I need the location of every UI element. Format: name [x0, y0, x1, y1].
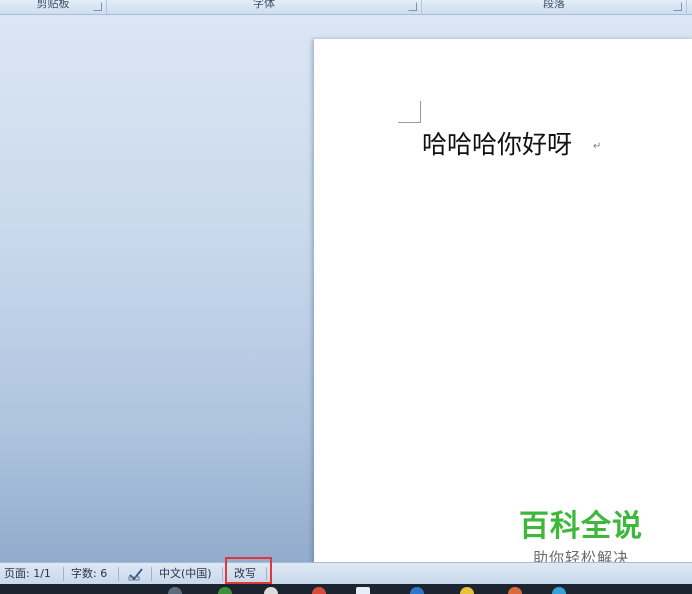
taskbar-app-icon[interactable]	[552, 587, 566, 594]
ribbon-group-labels: 剪贴板 字体 段落	[0, 0, 692, 15]
margin-corner-mark-vertical	[420, 101, 421, 123]
paragraph-mark-icon: ↵	[593, 141, 602, 152]
status-page-number[interactable]: 页面: 1/1	[4, 563, 51, 585]
clipboard-dialog-launcher-icon[interactable]	[93, 2, 102, 11]
overtype-highlight-box	[225, 557, 272, 584]
taskbar-app-icon[interactable]	[508, 587, 522, 594]
margin-corner-mark	[398, 122, 420, 123]
ribbon-group-label-paragraph: 段落	[543, 0, 565, 10]
ribbon-group-label-font: 字体	[253, 0, 275, 10]
ribbon-group-font: 字体	[107, 0, 422, 14]
taskbar-app-icon[interactable]	[410, 587, 424, 594]
taskbar-app-icon[interactable]	[460, 587, 474, 594]
ribbon-group-paragraph: 段落	[422, 0, 687, 14]
document-body-text[interactable]: 哈哈哈你好呀	[422, 125, 572, 161]
status-separator	[222, 567, 223, 581]
paragraph-dialog-launcher-icon[interactable]	[673, 2, 682, 11]
taskbar-app-icon[interactable]	[264, 587, 278, 594]
watermark-title: 百科全说	[519, 509, 643, 544]
taskbar-app-icon[interactable]	[218, 587, 232, 594]
status-bar: 页面: 1/1 字数: 6 中文(中国) 改写	[0, 562, 692, 585]
ribbon-group-label-clipboard: 剪贴板	[36, 0, 70, 10]
proofing-check-icon[interactable]	[128, 567, 144, 581]
status-word-count[interactable]: 字数: 6	[71, 563, 107, 585]
document-page[interactable]	[314, 39, 692, 569]
status-separator	[63, 567, 64, 581]
ribbon-group-clipboard: 剪贴板	[0, 0, 107, 14]
taskbar-app-icon[interactable]	[312, 587, 326, 594]
taskbar-app-icon[interactable]	[168, 587, 182, 594]
taskbar	[0, 584, 692, 594]
font-dialog-launcher-icon[interactable]	[408, 2, 417, 11]
status-language[interactable]: 中文(中国)	[159, 563, 212, 585]
watermark-logo: 百科全说 助你轻松解决	[494, 498, 668, 570]
taskbar-app-icon[interactable]	[356, 587, 370, 594]
status-separator	[151, 567, 152, 581]
status-separator	[118, 567, 119, 581]
